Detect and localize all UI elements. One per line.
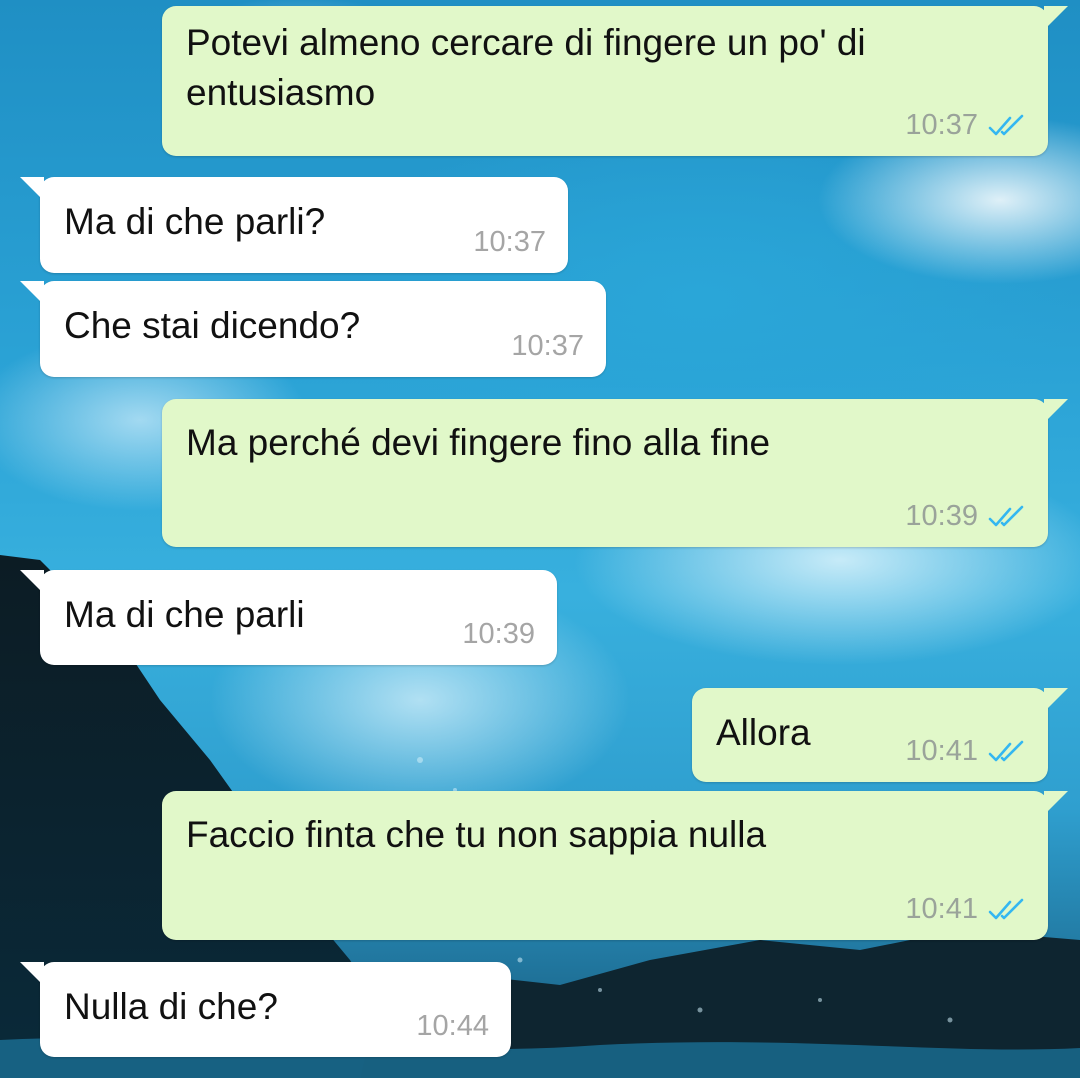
message-text: Ma di che parli bbox=[64, 594, 305, 635]
message-text: Faccio finta che tu non sappia nulla bbox=[186, 814, 767, 855]
message-text: Nulla di che? bbox=[64, 986, 278, 1027]
double-check-icon bbox=[988, 740, 1024, 761]
message-text: Allora bbox=[716, 712, 811, 753]
message-text: Ma di che parli? bbox=[64, 201, 326, 242]
message-bubble-incoming[interactable]: Ma di che parli? 10:37 bbox=[20, 177, 568, 273]
message-timestamp: 10:37 bbox=[473, 226, 546, 258]
message-text: Potevi almeno cercare di fingere un po' … bbox=[186, 22, 866, 113]
message-bubble-incoming[interactable]: Ma di che parli 10:39 bbox=[20, 570, 557, 665]
message-bubble-outgoing[interactable]: Ma perché devi fingere fino alla fine 10… bbox=[162, 399, 1068, 547]
message-bubble-outgoing[interactable]: Allora 10:41 bbox=[692, 688, 1068, 782]
message-bubble-incoming[interactable]: Che stai dicendo? 10:37 bbox=[20, 281, 606, 377]
message-bubble-outgoing[interactable]: Potevi almeno cercare di fingere un po' … bbox=[162, 6, 1068, 156]
message-text: Che stai dicendo? bbox=[64, 305, 361, 346]
message-timestamp: 10:37 bbox=[511, 330, 584, 362]
message-timestamp: 10:41 bbox=[905, 893, 978, 925]
message-timestamp: 10:37 bbox=[905, 109, 978, 141]
message-bubble-incoming[interactable]: Nulla di che? 10:44 bbox=[20, 962, 511, 1057]
message-timestamp: 10:39 bbox=[905, 500, 978, 532]
message-timestamp: 10:39 bbox=[462, 618, 535, 650]
message-timestamp: 10:41 bbox=[905, 735, 978, 767]
double-check-icon bbox=[988, 114, 1024, 135]
double-check-icon bbox=[988, 898, 1024, 919]
message-bubble-outgoing[interactable]: Faccio finta che tu non sappia nulla 10:… bbox=[162, 791, 1068, 940]
double-check-icon bbox=[988, 505, 1024, 526]
message-text: Ma perché devi fingere fino alla fine bbox=[186, 422, 771, 463]
message-timestamp: 10:44 bbox=[416, 1010, 489, 1042]
